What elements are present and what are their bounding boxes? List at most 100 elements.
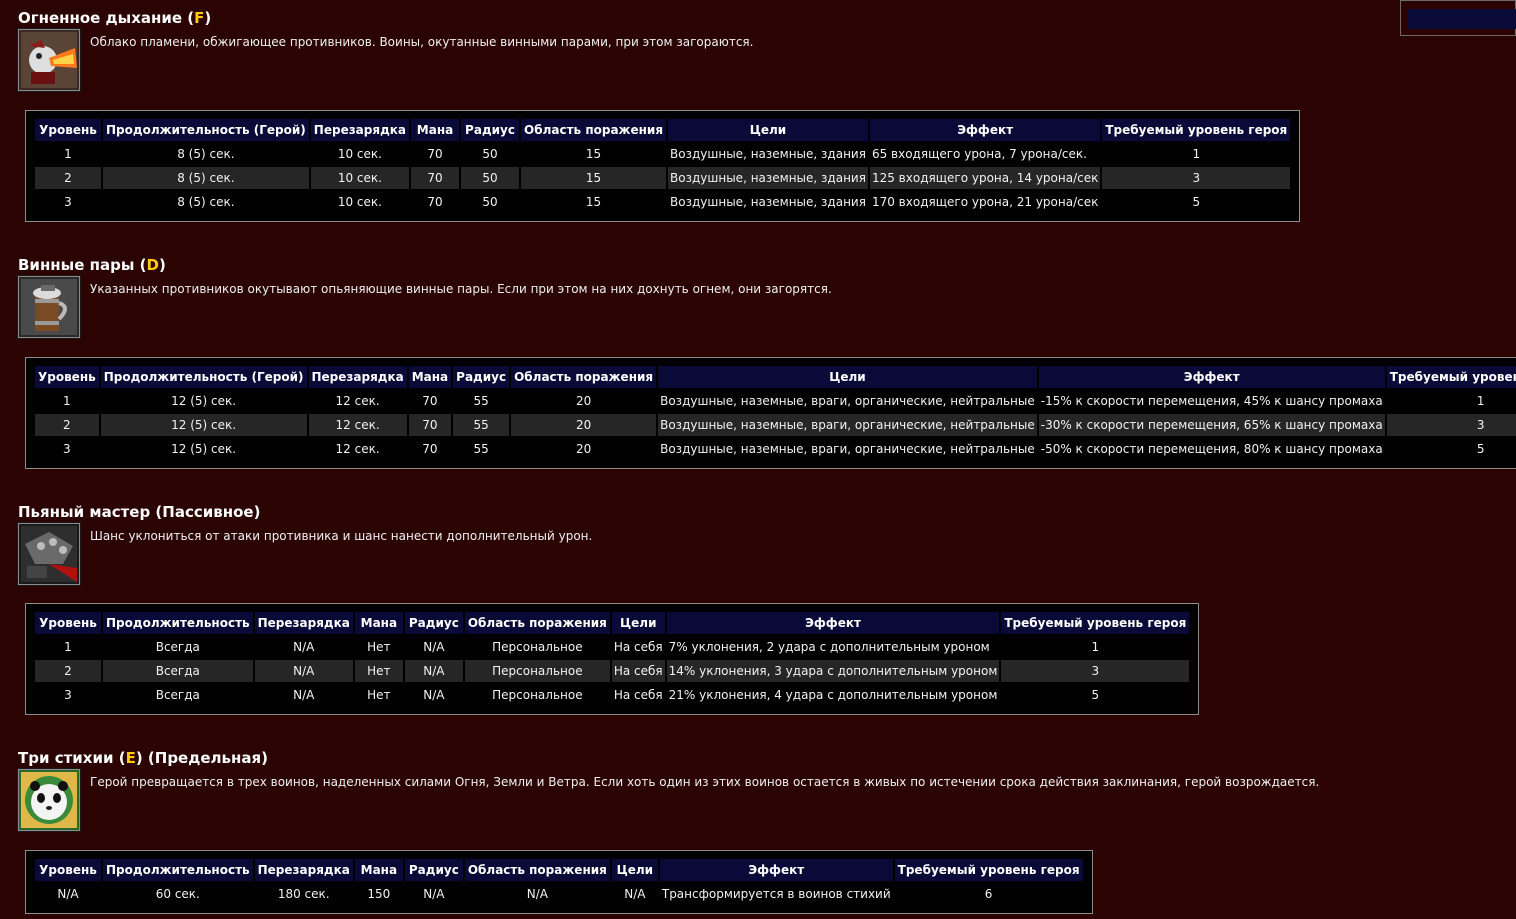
col-duration: Продолжительность bbox=[103, 859, 253, 881]
cell: 55 bbox=[473, 394, 489, 408]
cell: 14% уклонения, 3 удара с дополнительным … bbox=[666, 660, 1000, 682]
cell: 2 bbox=[35, 414, 99, 436]
cell: Персональное bbox=[492, 688, 583, 702]
cell: 15 bbox=[521, 167, 667, 189]
cell: N/A bbox=[423, 640, 445, 654]
cell: 12 сек. bbox=[335, 442, 380, 456]
table-row: 1 8 (5) сек. 10 сек. 70 50 15 Воздушные,… bbox=[35, 143, 1290, 165]
col-radius: Радиус bbox=[404, 859, 463, 881]
cell: N/A bbox=[293, 640, 315, 654]
cell: N/A bbox=[293, 688, 315, 702]
col-radius: Радиус bbox=[404, 612, 463, 634]
col-targets: Цели bbox=[658, 366, 1037, 388]
col-duration: Продолжительность (Герой) bbox=[100, 366, 307, 388]
cell: 3 bbox=[64, 688, 72, 702]
cell: 12 сек. bbox=[308, 414, 407, 436]
col-area: Область поражения bbox=[511, 366, 657, 388]
col-mana: Мана bbox=[354, 612, 403, 634]
ability-section-storm-earth-fire: Три стихии (E) (Предельная) Герой превра… bbox=[18, 748, 1319, 831]
storm-earth-fire-icon bbox=[18, 769, 80, 831]
cell: -50% к скорости перемещения, 80% к шансу… bbox=[1040, 442, 1383, 456]
cell: Воздушные, наземные, здания bbox=[670, 195, 866, 209]
cell: 8 (5) сек. bbox=[177, 147, 235, 161]
col-effect: Эффект bbox=[666, 612, 1000, 634]
cell: N/A bbox=[404, 660, 463, 682]
col-level: Уровень bbox=[35, 859, 101, 881]
ability-description: Шанс уклониться от атаки противника и ша… bbox=[90, 529, 593, 543]
top-right-panel-fill bbox=[1408, 9, 1516, 29]
cell: 55 bbox=[473, 442, 489, 456]
cell: Воздушные, наземные, враги, органические… bbox=[660, 394, 1035, 408]
cell: 21% уклонения, 4 удара с дополнительным … bbox=[668, 688, 998, 702]
ability-title: Три стихии (E) (Предельная) bbox=[18, 749, 268, 767]
table-row: 2 8 (5) сек. 10 сек. 70 50 15 Воздушные,… bbox=[35, 167, 1291, 189]
table-row: 3 8 (5) сек. 10 сек. 70 50 15 Воздушные,… bbox=[35, 191, 1290, 213]
table-row: 3 12 (5) сек. 12 сек. 70 55 20 Воздушные… bbox=[35, 438, 1516, 460]
cell: 8 (5) сек. bbox=[103, 167, 309, 189]
cell: 5 bbox=[1091, 688, 1100, 702]
cell: 70 bbox=[422, 394, 438, 408]
cell: N/A bbox=[624, 887, 646, 901]
cell: 3 bbox=[1102, 167, 1291, 189]
cell: 3 bbox=[63, 442, 71, 456]
ability-title: Пьяный мастер (Пассивное) bbox=[18, 503, 261, 521]
table-row: 2 Всегда N/A Нет N/A Персональное На себ… bbox=[35, 660, 1190, 682]
cell: Воздушные, наземные, здания bbox=[670, 147, 866, 161]
cell: 1 bbox=[1091, 640, 1100, 654]
col-required-level: Требуемый уровень героя bbox=[1001, 612, 1190, 634]
cell: 50 bbox=[482, 147, 498, 161]
table-row: 2 12 (5) сек. 12 сек. 70 55 20 Воздушные… bbox=[35, 414, 1516, 436]
table-row: 3 Всегда N/A Нет N/A Персональное На себ… bbox=[35, 684, 1189, 706]
cell: 3 bbox=[64, 195, 72, 209]
col-radius: Радиус bbox=[461, 119, 520, 141]
col-cooldown: Перезарядка bbox=[308, 366, 407, 388]
ability-section-drunken-haze: Винные пары (D) Указанных противников ок… bbox=[18, 255, 832, 338]
cell: 10 сек. bbox=[337, 195, 382, 209]
cell: 12 сек. bbox=[335, 394, 380, 408]
cell: N/A bbox=[423, 887, 445, 901]
cell: Всегда bbox=[155, 688, 200, 702]
col-effect: Эффект bbox=[869, 119, 1101, 141]
cell: 10 сек. bbox=[337, 147, 382, 161]
cell: 20 bbox=[575, 394, 592, 408]
col-required-level: Требуемый уровень героя bbox=[1386, 366, 1516, 388]
col-level: Уровень bbox=[35, 119, 101, 141]
cell: 12 (5) сек. bbox=[171, 442, 237, 456]
ability-description: Указанных противников окутывают опьяняющ… bbox=[90, 282, 832, 296]
hotkey: F bbox=[194, 9, 205, 27]
cell: -15% к скорости перемещения, 45% к шансу… bbox=[1040, 394, 1383, 408]
col-targets: Цели bbox=[611, 859, 658, 881]
hotkey: E bbox=[125, 749, 136, 767]
col-duration: Продолжительность (Герой) bbox=[103, 119, 309, 141]
cell: 50 bbox=[482, 195, 498, 209]
cell: 10 сек. bbox=[310, 167, 410, 189]
cell: 15 bbox=[585, 195, 602, 209]
table-row: 1 12 (5) сек. 12 сек. 70 55 20 Воздушные… bbox=[35, 390, 1516, 412]
col-targets: Цели bbox=[668, 119, 868, 141]
cell: 70 bbox=[411, 167, 460, 189]
cell: 50 bbox=[461, 167, 520, 189]
cell: На себя bbox=[611, 660, 665, 682]
col-duration: Продолжительность bbox=[103, 612, 253, 634]
cell: 12 (5) сек. bbox=[171, 394, 237, 408]
col-mana: Мана bbox=[408, 366, 452, 388]
cell: 1 bbox=[64, 147, 72, 161]
cell: 1 bbox=[63, 394, 71, 408]
cell: 2 bbox=[35, 660, 101, 682]
cell: 2 bbox=[35, 167, 101, 189]
col-cooldown: Перезарядка bbox=[310, 119, 410, 141]
cell: Всегда bbox=[155, 640, 200, 654]
cell: Нет bbox=[354, 660, 403, 682]
col-cooldown: Перезарядка bbox=[254, 612, 353, 634]
ability-table-storm-earth-fire: Уровень Продолжительность Перезарядка Ма… bbox=[25, 850, 1093, 914]
cell: 6 bbox=[984, 887, 993, 901]
col-area: Область поражения bbox=[464, 612, 610, 634]
cell: N/A bbox=[526, 887, 548, 901]
ability-description: Герой превращается в трех воинов, наделе… bbox=[90, 775, 1320, 789]
cell: 20 bbox=[511, 414, 657, 436]
ability-title: Огненное дыхание (F) bbox=[18, 9, 212, 27]
cell: 12 (5) сек. bbox=[100, 414, 307, 436]
cell: Воздушные, наземные, враги, органические… bbox=[660, 442, 1035, 456]
col-level: Уровень bbox=[35, 612, 101, 634]
ability-table-fire-breath: Уровень Продолжительность (Герой) Переза… bbox=[25, 110, 1301, 222]
